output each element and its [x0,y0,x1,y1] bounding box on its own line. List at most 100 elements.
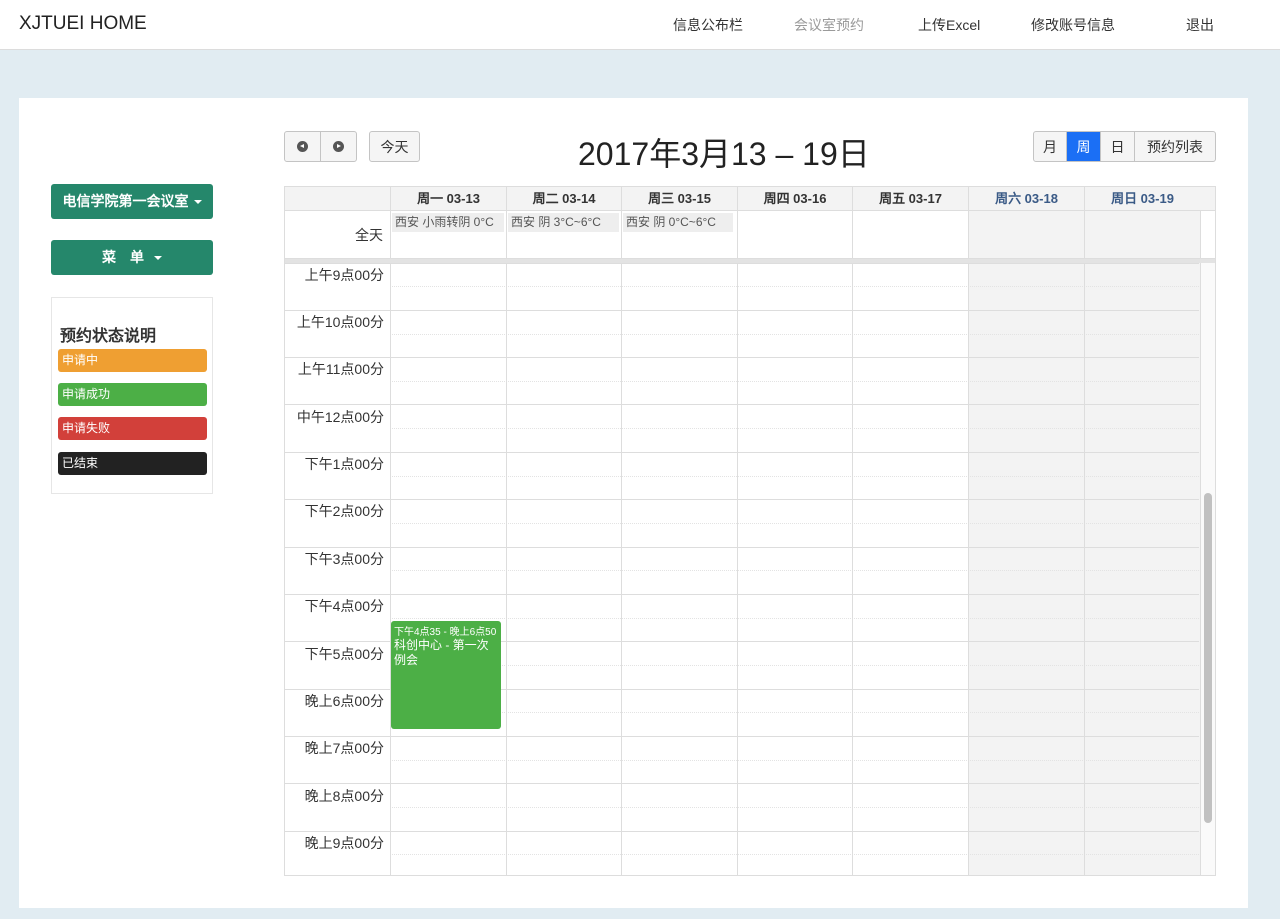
day-column-line [390,263,391,875]
legend-title: 预约状态说明 [60,328,157,345]
hour-label: 上午10点00分 [296,314,384,330]
calendar-header-row: 周一 03-13 周二 03-14 周三 03-15 周四 03-16 周五 0… [285,187,1215,211]
nav-upload-excel[interactable]: 上传Excel [918,15,980,35]
weather-tue: 西安 阴 3°C~6°C [508,213,619,232]
allday-divider [1084,211,1085,258]
weather-mon: 西安 小雨转阴 0°C [392,213,504,232]
hour-line [285,594,1199,595]
day-column-line [737,263,738,875]
allday-divider [852,211,853,258]
half-hour-line [390,854,1199,855]
half-hour-line [390,381,1199,382]
day-header-wed[interactable]: 周三 03-15 [621,187,737,211]
hour-label: 晚上6点00分 [304,693,384,709]
hour-line [285,310,1199,311]
hour-line [285,547,1199,548]
calendar-title: 2017年3月13 – 19日 [578,136,870,172]
brand-link[interactable]: XJTUEI HOME [19,13,147,35]
allday-row: 全天 西安 小雨转阴 0°C 西安 阴 3°C~6°C 西安 阴 0°C~6°C [285,211,1215,259]
calendar-scrollbar-thumb[interactable] [1204,493,1212,823]
half-hour-line [390,807,1199,808]
half-hour-line [390,618,1199,619]
day-header-mon[interactable]: 周一 03-13 [390,187,506,211]
allday-divider [506,211,507,258]
day-header-sun[interactable]: 周日 03-19 [1084,187,1200,211]
prev-next-group [284,131,357,162]
next-circle-icon [333,141,344,152]
room-select-dropdown[interactable]: 电信学院第一会议室 [51,184,213,219]
hour-label: 晚上8点00分 [304,788,384,804]
allday-divider [390,211,391,258]
hour-label: 上午9点00分 [304,267,384,283]
half-hour-line [390,334,1199,335]
status-legend: 预约状态说明 申请中 申请成功 申请失败 已结束 [51,297,213,494]
view-list-button[interactable]: 预约列表 [1135,132,1215,161]
half-hour-line [390,570,1199,571]
half-hour-line [390,712,1199,713]
hour-label: 中午12点00分 [296,409,384,425]
day-header-fri[interactable]: 周五 03-17 [852,187,968,211]
legend-ended: 已结束 [58,452,207,475]
prev-circle-icon [297,141,308,152]
legend-failed: 申请失败 [58,417,207,440]
hour-line [285,499,1199,500]
legend-success: 申请成功 [58,383,207,406]
day-column-line [506,263,507,875]
hour-line [285,831,1199,832]
hour-line [285,404,1199,405]
view-day-button[interactable]: 日 [1101,132,1135,161]
event-time: 下午4点35 - 晚上6点50 [394,627,497,638]
day-header-thu[interactable]: 周四 03-16 [737,187,852,211]
hour-label: 上午11点00分 [297,361,384,377]
hour-label: 下午1点00分 [304,456,384,472]
today-button[interactable]: 今天 [370,132,419,161]
hour-line [285,736,1199,737]
half-hour-line [390,523,1199,524]
day-column-line [852,263,853,875]
half-hour-line [390,760,1199,761]
caret-down-icon [193,200,202,205]
day-column-line [1084,263,1085,875]
next-week-button[interactable] [321,132,356,161]
hour-label: 下午3点00分 [304,551,384,567]
half-hour-line [390,665,1199,666]
week-calendar: 周一 03-13 周二 03-14 周三 03-15 周四 03-16 周五 0… [284,186,1216,876]
nav-info-board[interactable]: 信息公布栏 [673,15,743,35]
day-header-tue[interactable]: 周二 03-14 [506,187,621,211]
hour-label: 晚上7点00分 [304,740,384,756]
hour-label: 下午4点00分 [304,598,384,614]
day-header-sat[interactable]: 周六 03-18 [968,187,1084,211]
view-week-button[interactable]: 周 [1067,132,1101,161]
allday-label: 全天 [355,227,383,243]
top-navbar: XJTUEI HOME 信息公布栏 会议室预约 上传Excel 修改账号信息 退… [0,0,1280,50]
hour-line [285,263,1199,264]
menu-dropdown[interactable]: 菜 单 [51,240,213,275]
event-title: 科创中心 - 第一次例会 [394,638,489,667]
day-column-line [621,263,622,875]
hour-label: 晚上9点00分 [304,835,384,851]
hour-label: 下午5点00分 [304,646,384,662]
allday-divider [1200,211,1201,258]
nav-edit-account[interactable]: 修改账号信息 [1031,15,1115,35]
prev-week-button[interactable] [285,132,321,161]
today-group: 今天 [369,131,420,162]
hour-label: 下午2点00分 [304,503,384,519]
allday-divider [621,211,622,258]
caret-down-icon [154,256,162,261]
menu-dropdown-label: 菜 单 [102,249,144,265]
allday-divider [737,211,738,258]
view-month-button[interactable]: 月 [1034,132,1067,161]
hour-line [285,452,1199,453]
calendar-event[interactable]: 下午4点35 - 晚上6点50 科创中心 - 第一次例会 [391,621,501,729]
time-grid[interactable]: 上午9点00分 上午10点00分 上午11点00分 中午12点00分 下午1点0… [285,263,1215,875]
view-switcher: 月 周 日 预约列表 [1033,131,1216,162]
half-hour-line [390,476,1199,477]
room-select-label: 电信学院第一会议室 [62,193,189,209]
day-column-line [968,263,969,875]
hour-line [285,783,1199,784]
nav-logout[interactable]: 退出 [1186,15,1214,35]
hour-line [285,357,1199,358]
nav-room-booking[interactable]: 会议室预约 [794,15,864,35]
allday-divider [968,211,969,258]
half-hour-line [390,428,1199,429]
